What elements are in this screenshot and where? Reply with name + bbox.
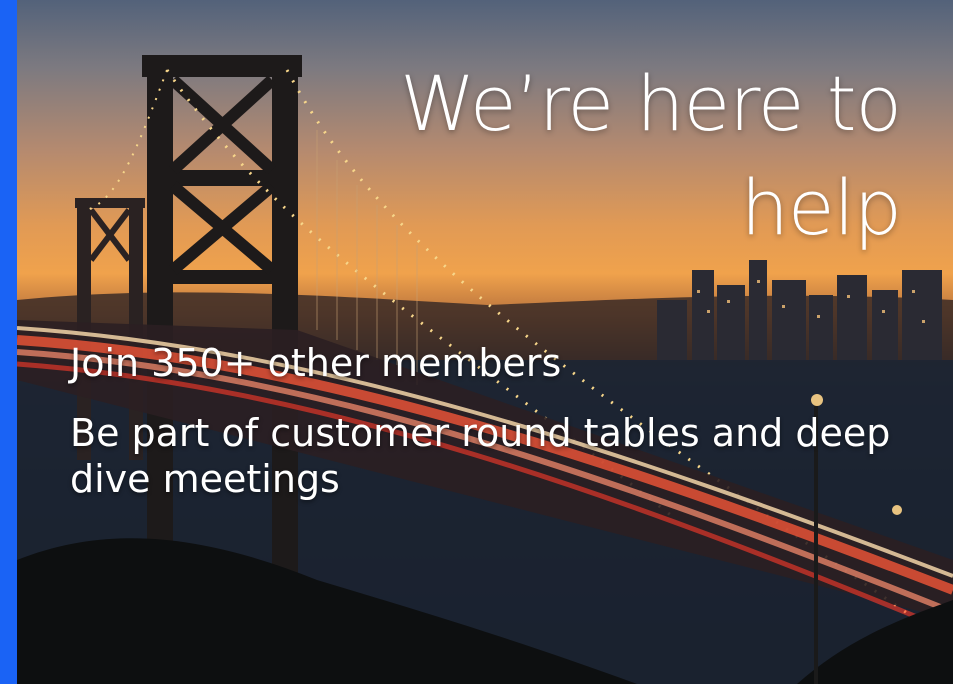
blue-accent-bar	[0, 0, 17, 684]
headline-line-1: We’re here to	[400, 59, 902, 148]
bullet-item: Join 350+ other members	[70, 341, 562, 385]
headline-line-2: help	[740, 163, 902, 252]
slide-headline: We’re here to help	[141, 52, 902, 260]
bullet-item: Be part of customer round tables and dee…	[70, 411, 891, 501]
slide: We’re here to help Join 350+ other membe…	[0, 0, 953, 684]
bullet-list: Join 350+ other members Be part of custo…	[70, 340, 930, 526]
